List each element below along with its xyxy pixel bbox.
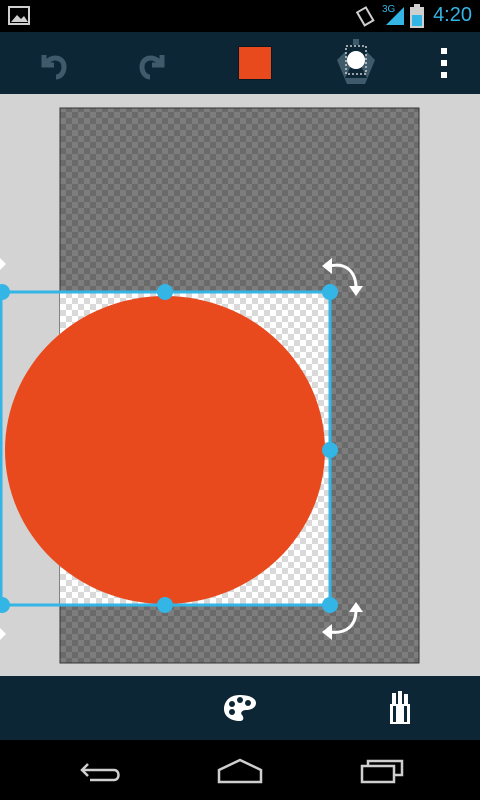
battery-icon <box>410 4 424 28</box>
top-right-handle[interactable] <box>322 284 338 300</box>
right-handle[interactable] <box>322 442 338 458</box>
tools-icon <box>390 691 410 724</box>
rotate-left-bottom-icon[interactable] <box>0 628 6 640</box>
back-button[interactable] <box>72 752 128 790</box>
lightbulb-icon <box>337 39 375 84</box>
tools-button[interactable] <box>380 686 420 730</box>
navigation-bar <box>0 740 480 800</box>
palette-button[interactable] <box>218 688 262 728</box>
status-bar: 3G 4:20 <box>0 0 480 32</box>
undo-button[interactable] <box>28 42 76 84</box>
bottom-right-handle[interactable] <box>322 597 338 613</box>
recent-apps-icon <box>360 759 404 784</box>
color-swatch <box>238 46 272 80</box>
bottom-toolbar <box>0 676 480 740</box>
overflow-menu-icon <box>441 48 447 78</box>
home-icon <box>217 758 263 784</box>
circle-shape[interactable] <box>5 296 325 604</box>
overflow-menu-button[interactable] <box>428 42 460 84</box>
rotate-left-top-icon[interactable] <box>0 258 6 270</box>
redo-icon <box>139 55 165 80</box>
action-bar <box>0 32 480 94</box>
home-button[interactable] <box>212 752 268 790</box>
signal-icon <box>386 7 404 25</box>
undo-icon <box>41 55 67 80</box>
recent-apps-button[interactable] <box>354 752 410 790</box>
bottom-left-handle[interactable] <box>0 597 10 613</box>
vibrate-icon <box>355 6 375 27</box>
canvas-area <box>0 94 480 676</box>
bottom-handle[interactable] <box>157 597 173 613</box>
back-icon <box>80 763 120 782</box>
clock: 4:20 <box>433 4 472 26</box>
palette-icon <box>224 695 256 721</box>
drawing-canvas[interactable] <box>0 94 480 676</box>
top-left-handle[interactable] <box>0 284 10 300</box>
gallery-notification-icon <box>8 6 30 25</box>
lightbulb-button[interactable] <box>330 38 382 88</box>
redo-button[interactable] <box>130 42 178 84</box>
top-handle[interactable] <box>157 284 173 300</box>
color-swatch-button[interactable] <box>232 42 278 84</box>
